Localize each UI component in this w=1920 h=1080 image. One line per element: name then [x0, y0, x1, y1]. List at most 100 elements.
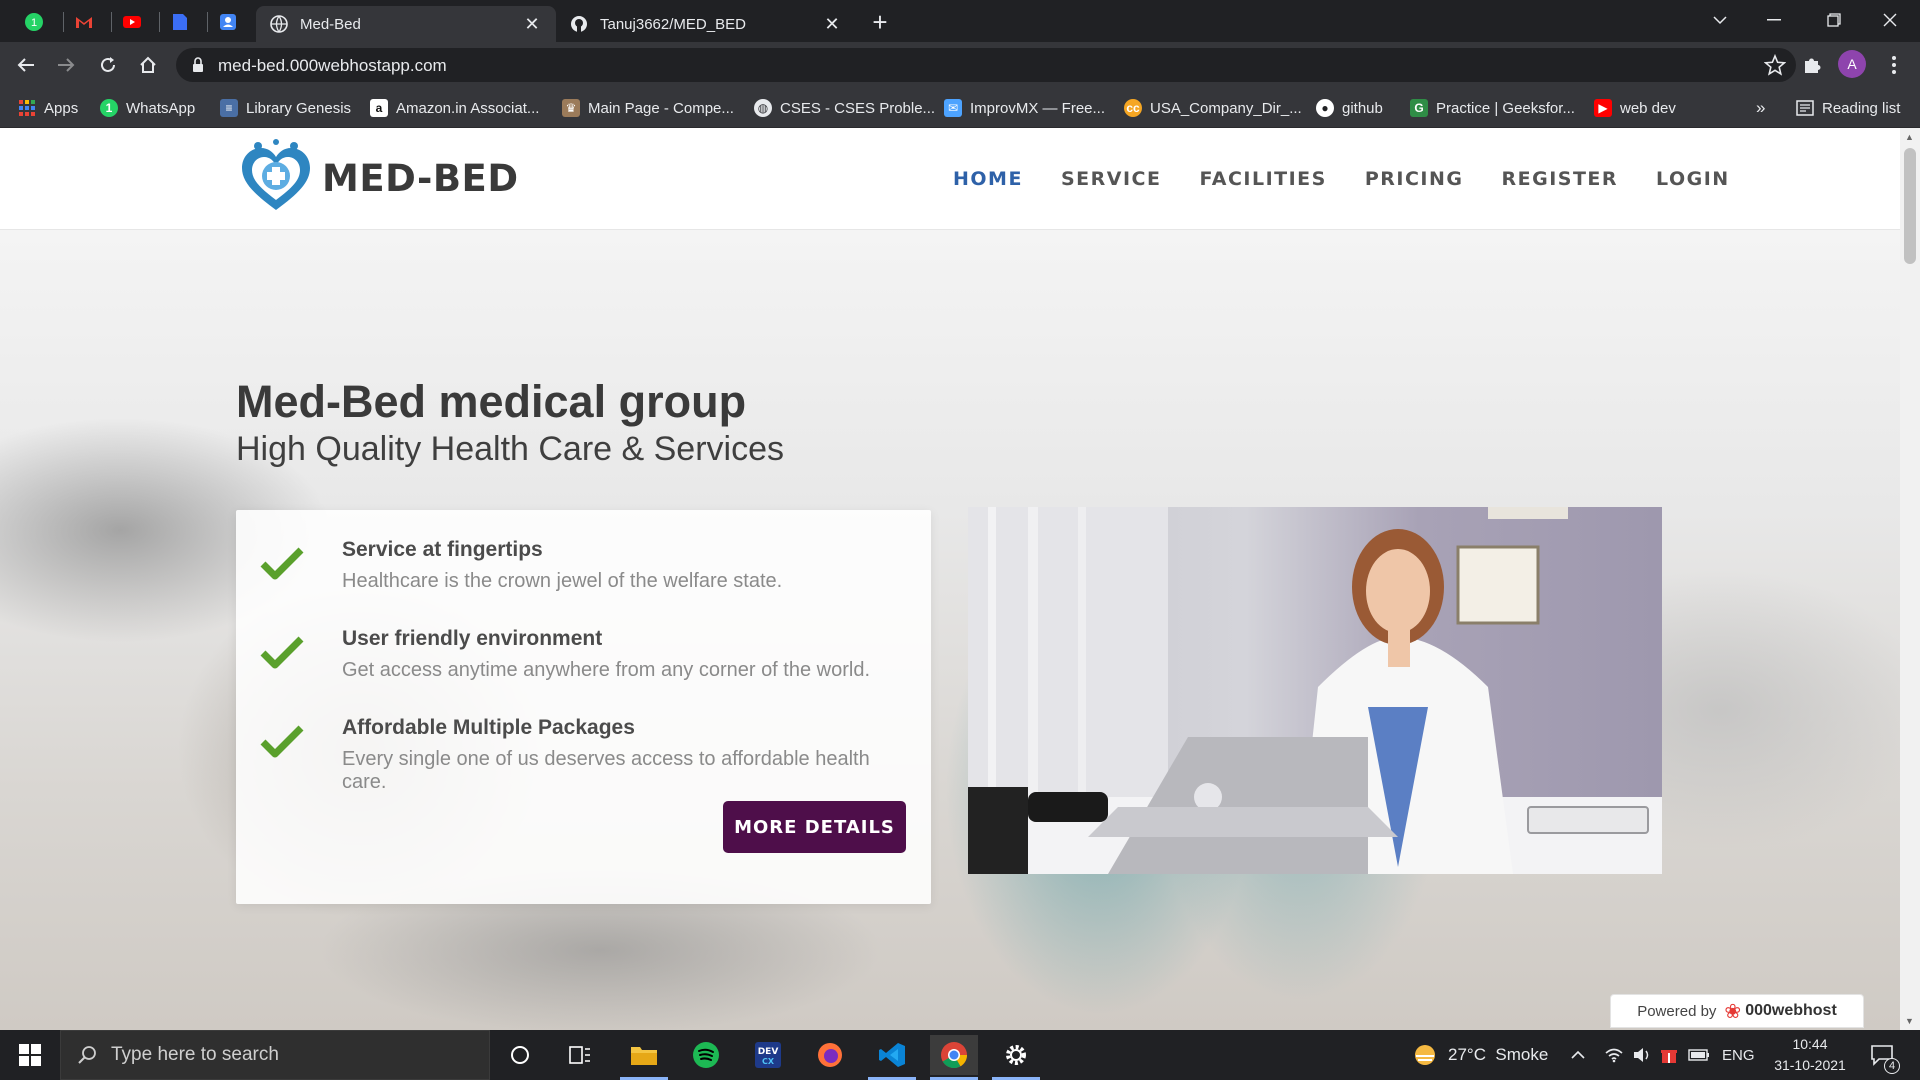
reload-icon[interactable] — [92, 49, 124, 81]
feature-item: Service at fingertips Healthcare is the … — [260, 538, 910, 608]
bookmark-usa-company[interactable]: cc USA_Company_Dir_... — [1124, 96, 1302, 120]
nav-login[interactable]: LOGIN — [1656, 168, 1730, 190]
clock-time: 10:44 — [1792, 1036, 1828, 1052]
settings-gear-icon[interactable] — [992, 1035, 1040, 1080]
search-placeholder: Type here to search — [111, 1044, 279, 1065]
whatsapp-icon: 1 — [100, 99, 118, 117]
bookmark-star-icon[interactable] — [1764, 54, 1786, 76]
webhost-logo-icon: ❀ — [1724, 1000, 1742, 1023]
bookmark-label: ImprovMX — Free... — [970, 99, 1106, 117]
battery-icon[interactable] — [1688, 1030, 1710, 1080]
bookmarks-overflow-button[interactable]: » — [1756, 96, 1765, 120]
pinned-tab-youtube[interactable] — [112, 6, 152, 38]
close-tab-icon[interactable]: ✕ — [822, 14, 842, 34]
reading-list-button[interactable]: Reading list — [1796, 96, 1900, 120]
pinned-tab-contacts[interactable] — [208, 6, 248, 38]
more-details-button[interactable]: MORE DETAILS — [723, 801, 906, 853]
feature-title: User friendly environment — [342, 627, 603, 650]
site-logo[interactable]: MED-BED — [236, 138, 519, 218]
tab-med-bed[interactable]: Med-Bed ✕ — [256, 6, 556, 42]
vscode-icon[interactable] — [868, 1035, 916, 1080]
windows-taskbar: Type here to search DEV CX 27°C Smoke EN… — [0, 1030, 1920, 1080]
feature-description: Every single one of us deserves access t… — [342, 748, 870, 793]
bookmark-github[interactable]: ● github — [1316, 96, 1383, 120]
bookmark-library-genesis[interactable]: ≡ Library Genesis — [220, 96, 351, 120]
cortana-icon[interactable] — [496, 1035, 544, 1075]
hero-section: Med-Bed medical group High Quality Healt… — [0, 230, 1900, 1030]
hero-title: Med-Bed medical group — [236, 376, 747, 427]
page-viewport: MED-BED HOME SERVICE FACILITIES PRICING … — [0, 128, 1900, 1030]
back-icon[interactable] — [10, 49, 42, 81]
volume-icon[interactable] — [1632, 1030, 1652, 1080]
bookmark-label: Amazon.in Associat... — [396, 99, 540, 117]
nav-facilities[interactable]: FACILITIES — [1199, 168, 1326, 190]
close-tab-icon[interactable]: ✕ — [522, 14, 542, 34]
pinned-tab-gmail[interactable] — [64, 6, 104, 38]
notification-center-icon[interactable]: 4 — [1870, 1030, 1900, 1080]
nav-home[interactable]: HOME — [953, 168, 1023, 190]
notification-count-badge: 4 — [1884, 1058, 1900, 1074]
doctor-photo — [968, 507, 1662, 874]
scroll-down-icon[interactable]: ▼ — [1905, 1016, 1914, 1026]
page-scrollbar[interactable]: ▲ ▼ — [1900, 128, 1920, 1030]
wifi-icon[interactable] — [1604, 1030, 1624, 1080]
weather-widget[interactable]: 27°C Smoke — [1412, 1030, 1548, 1080]
bookmark-amazon[interactable]: a Amazon.in Associat... — [370, 96, 539, 120]
bookmark-label: CSES - CSES Proble... — [780, 99, 936, 117]
bookmark-improvmx[interactable]: ✉ ImprovMX — Free... — [944, 96, 1105, 120]
bookmark-label: Apps — [44, 99, 79, 117]
bookmark-whatsapp[interactable]: 1 WhatsApp — [100, 96, 195, 120]
bookmark-web-dev[interactable]: ▶ web dev — [1594, 96, 1676, 120]
address-bar[interactable]: med-bed.000webhostapp.com — [176, 48, 1796, 82]
forward-icon[interactable] — [50, 49, 82, 81]
bookmark-apps[interactable]: Apps — [18, 96, 78, 120]
new-tab-button[interactable]: + — [864, 7, 896, 37]
bookmark-geeksforgeeks[interactable]: G Practice | Geeksfor... — [1410, 96, 1575, 120]
feature-title: Service at fingertips — [342, 538, 543, 561]
gmail-icon — [76, 17, 92, 28]
powered-by-label: Powered by — [1637, 1002, 1717, 1020]
show-hidden-icons-chevron-icon[interactable] — [1570, 1030, 1586, 1080]
scrollbar-thumb[interactable] — [1904, 148, 1916, 264]
close-window-icon[interactable] — [1860, 0, 1920, 40]
youtube-icon: ▶ — [1594, 99, 1612, 117]
file-explorer-icon[interactable] — [620, 1035, 668, 1080]
youtube-icon — [123, 16, 141, 28]
bookmark-label: Library Genesis — [246, 99, 352, 117]
nav-service[interactable]: SERVICE — [1061, 168, 1162, 190]
scroll-up-icon[interactable]: ▲ — [1905, 132, 1914, 142]
extensions-puzzle-icon[interactable] — [1796, 49, 1828, 81]
system-clock[interactable]: 10:44 31-10-2021 — [1762, 1034, 1858, 1076]
feature-title: Affordable Multiple Packages — [342, 716, 635, 739]
task-view-icon[interactable] — [556, 1035, 604, 1075]
powered-by-badge[interactable]: Powered by ❀ 000webhost — [1610, 994, 1864, 1028]
tab-search-chevron-icon[interactable] — [1690, 0, 1750, 40]
gift-app-icon[interactable] — [1660, 1030, 1678, 1080]
reading-list-label: Reading list — [1822, 99, 1901, 117]
pinned-tab-docs[interactable] — [160, 6, 200, 38]
tab-github-repo[interactable]: Tanuj3662/MED_BED ✕ — [556, 6, 856, 42]
windows-start-button[interactable] — [0, 1030, 60, 1080]
profile-avatar[interactable]: A — [1838, 50, 1866, 78]
minimize-icon[interactable] — [1744, 0, 1804, 40]
language-indicator[interactable]: ENG — [1722, 1030, 1755, 1080]
restore-icon[interactable] — [1804, 0, 1864, 40]
browser-toolbar: med-bed.000webhostapp.com A — [0, 42, 1920, 88]
search-icon — [78, 1046, 96, 1064]
pinned-tab-whatsapp[interactable]: 1 — [14, 6, 54, 38]
firefox-icon[interactable] — [806, 1035, 854, 1075]
dev-cx-icon[interactable]: DEV CX — [744, 1035, 792, 1075]
bookmark-main-page[interactable]: ♛ Main Page - Compe... — [562, 96, 734, 120]
chrome-icon[interactable] — [930, 1035, 978, 1080]
nav-register[interactable]: REGISTER — [1501, 168, 1618, 190]
windows-logo-icon — [19, 1044, 41, 1066]
bookmark-cses[interactable]: ◍ CSES - CSES Proble... — [754, 96, 935, 120]
feature-item: User friendly environment Get access any… — [260, 627, 910, 697]
taskbar-search-box[interactable]: Type here to search — [60, 1030, 490, 1080]
home-icon[interactable] — [132, 49, 164, 81]
menu-kebab-icon[interactable] — [1878, 49, 1910, 81]
spotify-icon[interactable] — [682, 1035, 730, 1075]
cc-icon: cc — [1124, 99, 1142, 117]
nav-pricing[interactable]: PRICING — [1365, 168, 1464, 190]
reading-list-icon — [1796, 99, 1814, 117]
